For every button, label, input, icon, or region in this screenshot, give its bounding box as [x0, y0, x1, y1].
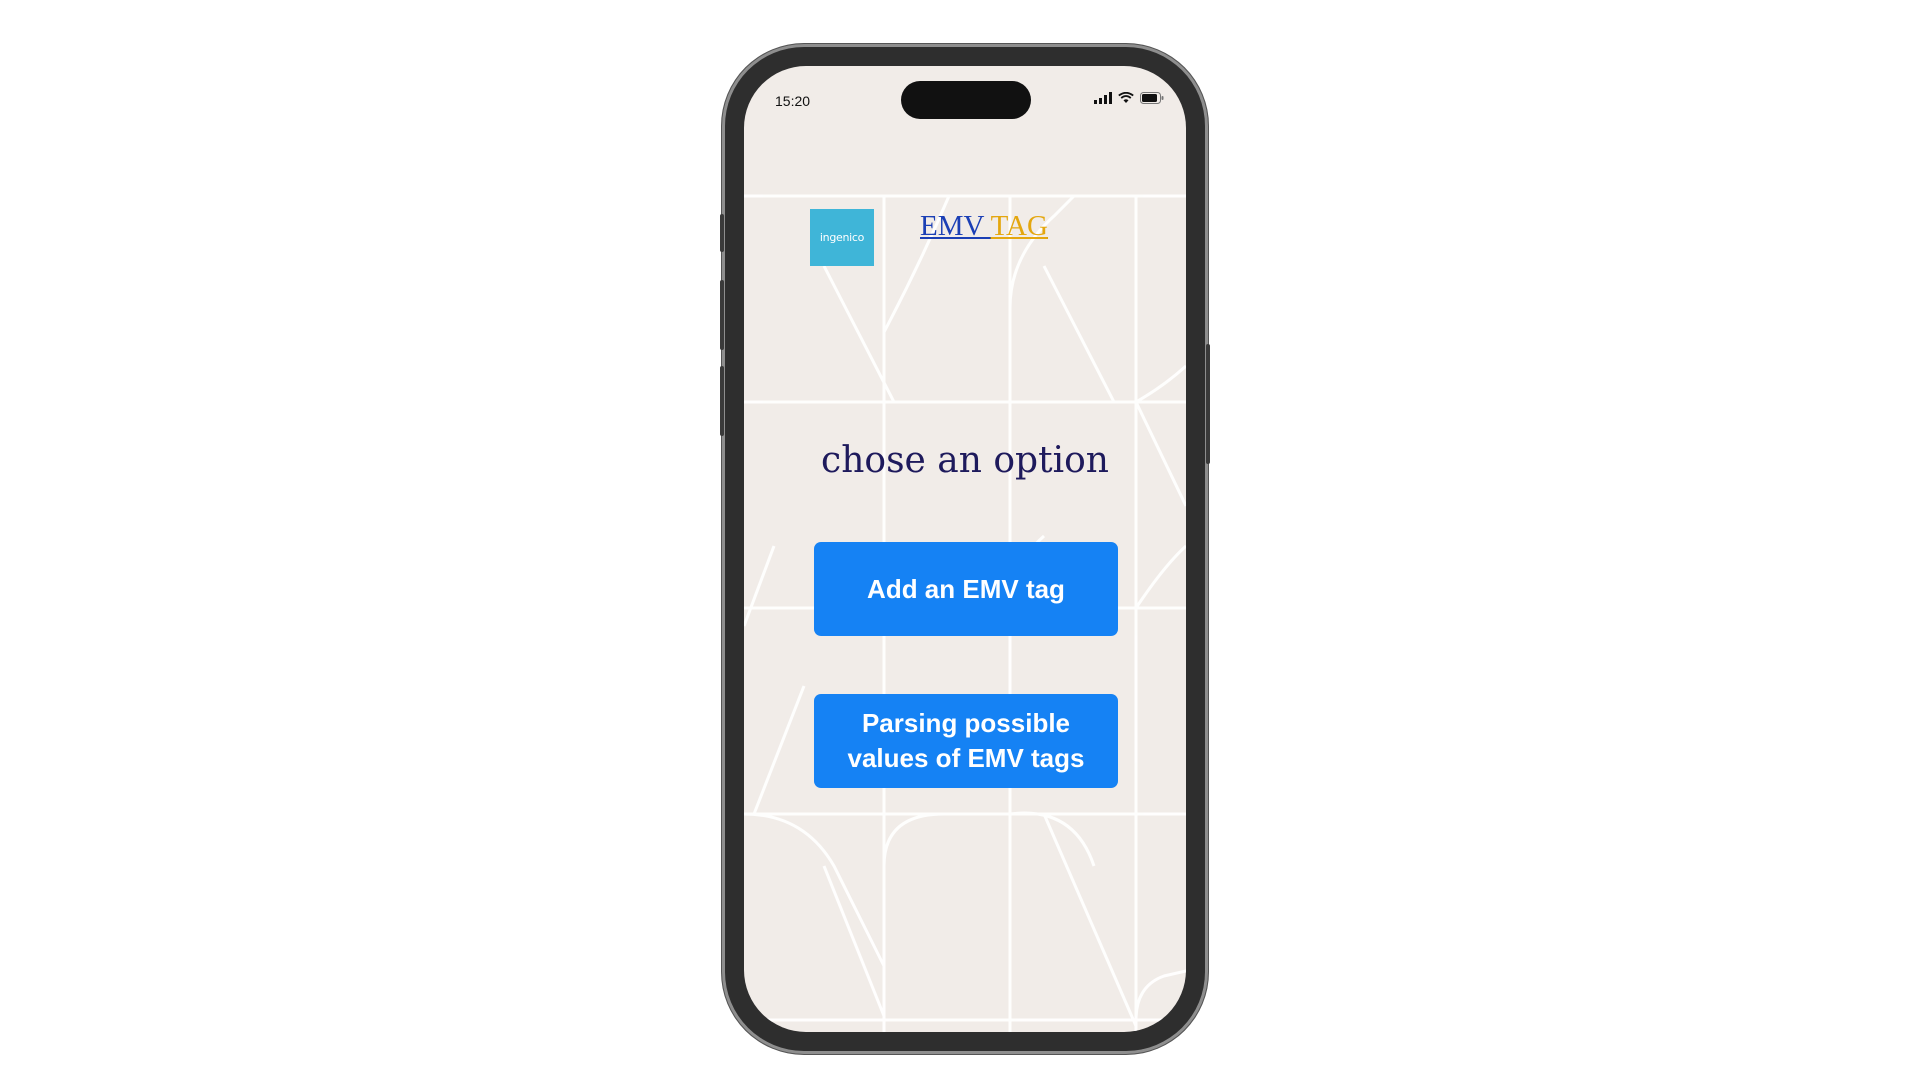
wifi-icon: [1118, 92, 1134, 103]
phone-screen: 15:20 ingenico EMV TAG chose an option A…: [744, 66, 1186, 1032]
status-icons: [1094, 92, 1164, 104]
power-button: [1206, 344, 1210, 464]
signal-icon: [1094, 92, 1112, 104]
page-prompt: chose an option: [821, 440, 1109, 481]
stage: 15:20 ingenico EMV TAG chose an option A…: [0, 0, 1920, 1080]
app-title-emv: EMV: [920, 210, 991, 242]
phone-frame: 15:20 ingenico EMV TAG chose an option A…: [720, 44, 1210, 1054]
action-button: [720, 214, 724, 252]
volume-down-button: [720, 366, 724, 436]
status-time: 15:20: [775, 93, 811, 109]
app-title[interactable]: EMV TAG: [920, 210, 1048, 243]
dynamic-island: [901, 81, 1031, 119]
add-emv-tag-button[interactable]: Add an EMV tag: [814, 542, 1118, 636]
app-title-tag: TAG: [990, 210, 1048, 242]
battery-icon: [1140, 92, 1164, 104]
parse-emv-tags-button[interactable]: Parsing possible values of EMV tags: [814, 694, 1118, 788]
volume-up-button: [720, 280, 724, 350]
ingenico-logo: ingenico: [810, 209, 874, 266]
status-bar: 15:20: [744, 66, 1186, 126]
logo-text: ingenico: [819, 231, 865, 244]
